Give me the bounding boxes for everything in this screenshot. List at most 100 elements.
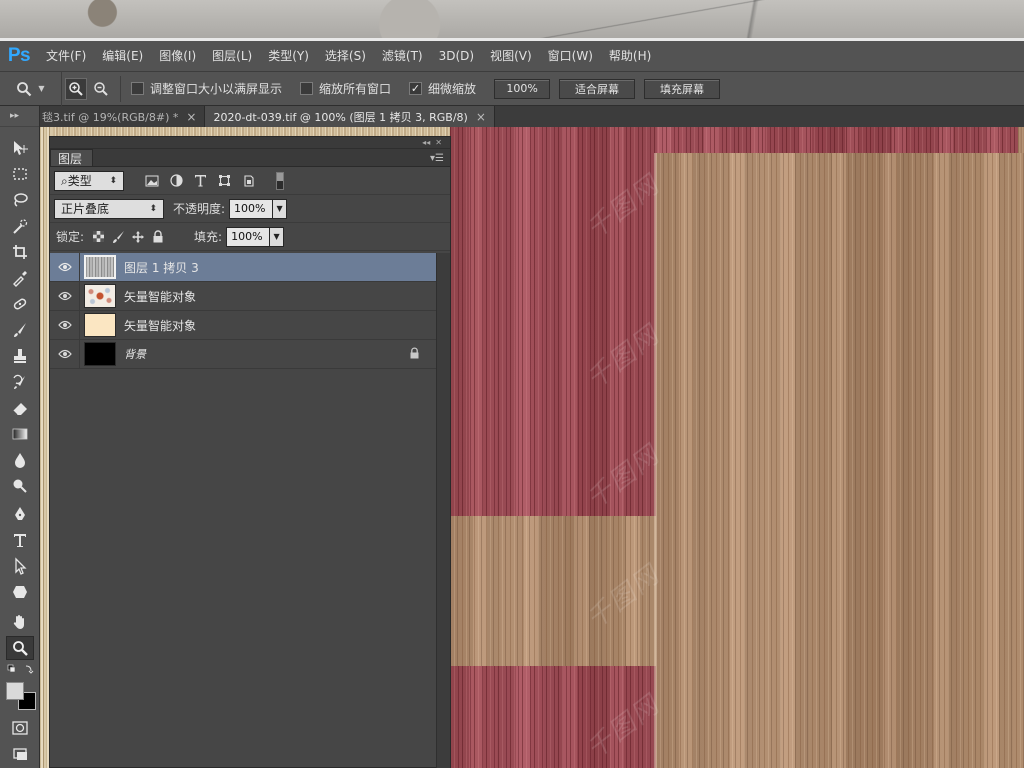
fit-screen-button[interactable]: 适合屏幕 — [559, 78, 636, 99]
visibility-toggle[interactable] — [50, 310, 80, 340]
panel-collapse-icon[interactable]: ◂◂ ✕ — [50, 137, 450, 149]
menu-type[interactable]: 类型(Y) — [260, 41, 317, 71]
light-wood-region — [1018, 127, 1024, 153]
scrubby-zoom-label: 细微缩放 — [428, 82, 477, 96]
pen-tool[interactable] — [6, 502, 34, 526]
layers-list: 图层 1 拷贝 3 矢量智能对象 矢量智能对象 背景 — [50, 252, 436, 369]
brush-tool[interactable] — [6, 318, 34, 342]
menu-image[interactable]: 图像(I) — [151, 41, 204, 71]
menu-select[interactable]: 选择(S) — [317, 41, 374, 71]
filter-toggle-knob — [277, 172, 283, 181]
magnifier-icon — [13, 641, 28, 656]
menu-layer[interactable]: 图层(L) — [204, 41, 260, 71]
lock-transparency-button[interactable] — [88, 227, 108, 247]
default-colors-button[interactable] — [6, 662, 34, 678]
zoom-out-button[interactable] — [90, 78, 112, 100]
filter-toggle-switch[interactable] — [276, 171, 284, 190]
blend-mode-dropdown[interactable]: 正片叠底 ⬍ — [54, 198, 164, 219]
menu-file[interactable]: 文件(F) — [38, 41, 94, 71]
fill-dropdown-arrow-icon[interactable]: ▼ — [270, 226, 285, 247]
drop-icon — [15, 453, 25, 468]
zoom-100-button[interactable]: 100% — [494, 78, 551, 99]
menu-view[interactable]: 视图(V) — [482, 41, 540, 71]
menu-help[interactable]: 帮助(H) — [601, 41, 659, 71]
crop-tool[interactable] — [6, 240, 34, 264]
filter-type-button[interactable] — [190, 171, 210, 191]
fill-input[interactable]: 100% — [226, 226, 271, 247]
eye-icon — [57, 320, 72, 330]
checkbox-box[interactable] — [131, 82, 144, 95]
opacity-input[interactable]: 100% — [229, 198, 274, 219]
quick-selection-tool[interactable] — [6, 214, 34, 238]
lock-pixels-button[interactable] — [108, 227, 128, 247]
layer-row[interactable]: 矢量智能对象 — [50, 310, 436, 340]
dodge-icon — [13, 479, 27, 493]
lock-position-button[interactable] — [128, 227, 148, 247]
filter-kind-value: ⌕类型 — [61, 172, 92, 189]
document-tab-active[interactable]: 2020-dt-039.tif @ 100% (图层 1 拷贝 3, RGB/8… — [205, 106, 495, 127]
move-tool-icon — [14, 141, 28, 155]
layer-row[interactable]: 图层 1 拷贝 3 — [50, 252, 436, 282]
menu-3d[interactable]: 3D(D) — [431, 41, 482, 71]
shape-tool[interactable] — [6, 580, 34, 604]
clone-stamp-tool[interactable] — [6, 344, 34, 368]
half-circle-icon — [169, 174, 183, 187]
visibility-toggle[interactable] — [50, 281, 80, 311]
quick-mask-button[interactable] — [6, 716, 34, 740]
blur-tool[interactable] — [6, 448, 34, 472]
visibility-toggle[interactable] — [50, 252, 80, 282]
close-tab-icon[interactable]: × — [476, 110, 486, 124]
filter-pixel-button[interactable] — [142, 171, 162, 191]
history-brush-tool[interactable] — [6, 370, 34, 394]
checkmark-icon[interactable]: ✓ — [409, 82, 423, 95]
layer-lock-icon — [409, 347, 420, 362]
tool-preset-picker[interactable]: ▼ — [0, 71, 62, 106]
menu-filter[interactable]: 滤镜(T) — [374, 41, 431, 71]
path-selection-tool[interactable] — [6, 554, 34, 578]
panel-menu-icon[interactable]: ▾☰ — [430, 153, 450, 166]
color-swatches[interactable] — [6, 680, 36, 712]
menu-window[interactable]: 窗口(W) — [540, 41, 601, 71]
layer-row[interactable]: 背景 — [50, 339, 436, 369]
layers-scrollbar[interactable] — [436, 253, 450, 768]
document-tab[interactable]: 毯3.tif @ 19%(RGB/8#) * × — [40, 106, 206, 127]
type-icon — [14, 534, 26, 547]
scrubby-zoom-checkbox[interactable]: ✓ 细微缩放 — [409, 80, 476, 97]
filter-shape-button[interactable] — [214, 171, 234, 191]
visibility-toggle[interactable] — [50, 339, 80, 369]
opacity-label: 不透明度: — [173, 202, 226, 216]
document-tab-bar: 毯3.tif @ 19%(RGB/8#) * × 2020-dt-039.tif… — [40, 106, 1024, 127]
filter-kind-dropdown[interactable]: ⌕类型 ⬍ — [54, 170, 124, 191]
eraser-tool[interactable] — [6, 396, 34, 420]
gradient-tool[interactable] — [6, 422, 34, 446]
foreground-color-swatch[interactable] — [6, 682, 24, 700]
zoom-all-windows-checkbox[interactable]: 缩放所有窗口 — [300, 80, 391, 97]
tab-layers[interactable]: 图层 — [50, 149, 94, 166]
layer-row[interactable]: 矢量智能对象 — [50, 281, 436, 311]
opacity-dropdown-arrow-icon[interactable]: ▼ — [273, 198, 288, 219]
zoom-in-button[interactable] — [65, 77, 87, 100]
lasso-tool[interactable] — [6, 188, 34, 212]
filter-smart-object-button[interactable] — [238, 171, 258, 191]
type-tool[interactable] — [6, 528, 34, 552]
healing-brush-tool[interactable] — [6, 292, 34, 316]
dodge-tool[interactable] — [6, 474, 34, 498]
fill-screen-button[interactable]: 填充屏幕 — [644, 78, 721, 99]
toolbar-collapse-icon[interactable]: ▸▸ — [0, 106, 39, 127]
filter-adjustment-button[interactable] — [166, 171, 186, 191]
screen-mode-button[interactable] — [6, 742, 34, 766]
hand-icon — [13, 615, 24, 629]
checkbox-box[interactable] — [300, 82, 314, 95]
eyedropper-tool[interactable] — [6, 266, 34, 290]
menu-edit[interactable]: 编辑(E) — [94, 41, 151, 71]
resize-windows-checkbox[interactable]: 调整窗口大小以满屏显示 — [131, 80, 282, 97]
hand-tool[interactable] — [6, 610, 34, 634]
close-tab-icon[interactable]: × — [186, 110, 196, 124]
zoom-tool[interactable] — [6, 636, 34, 660]
lock-all-button[interactable] — [148, 227, 168, 247]
layer-name: 矢量智能对象 — [124, 318, 197, 333]
layer-thumbnail — [84, 342, 116, 366]
move-tool[interactable] — [6, 136, 34, 160]
marquee-tool[interactable] — [6, 162, 34, 186]
dropdown-arrow-icon: ▼ — [38, 84, 45, 93]
